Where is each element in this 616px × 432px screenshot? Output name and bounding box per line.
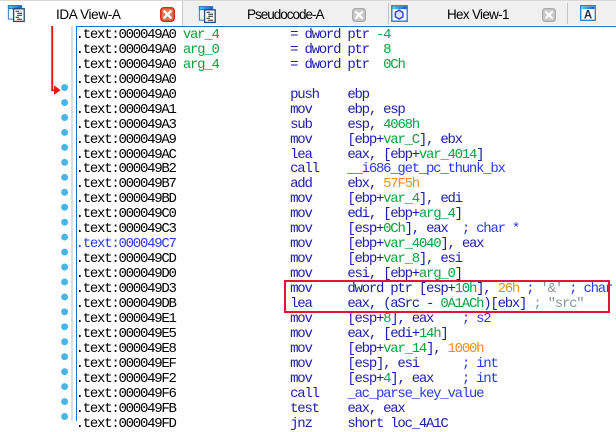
svg-text:A: A [584, 9, 592, 21]
